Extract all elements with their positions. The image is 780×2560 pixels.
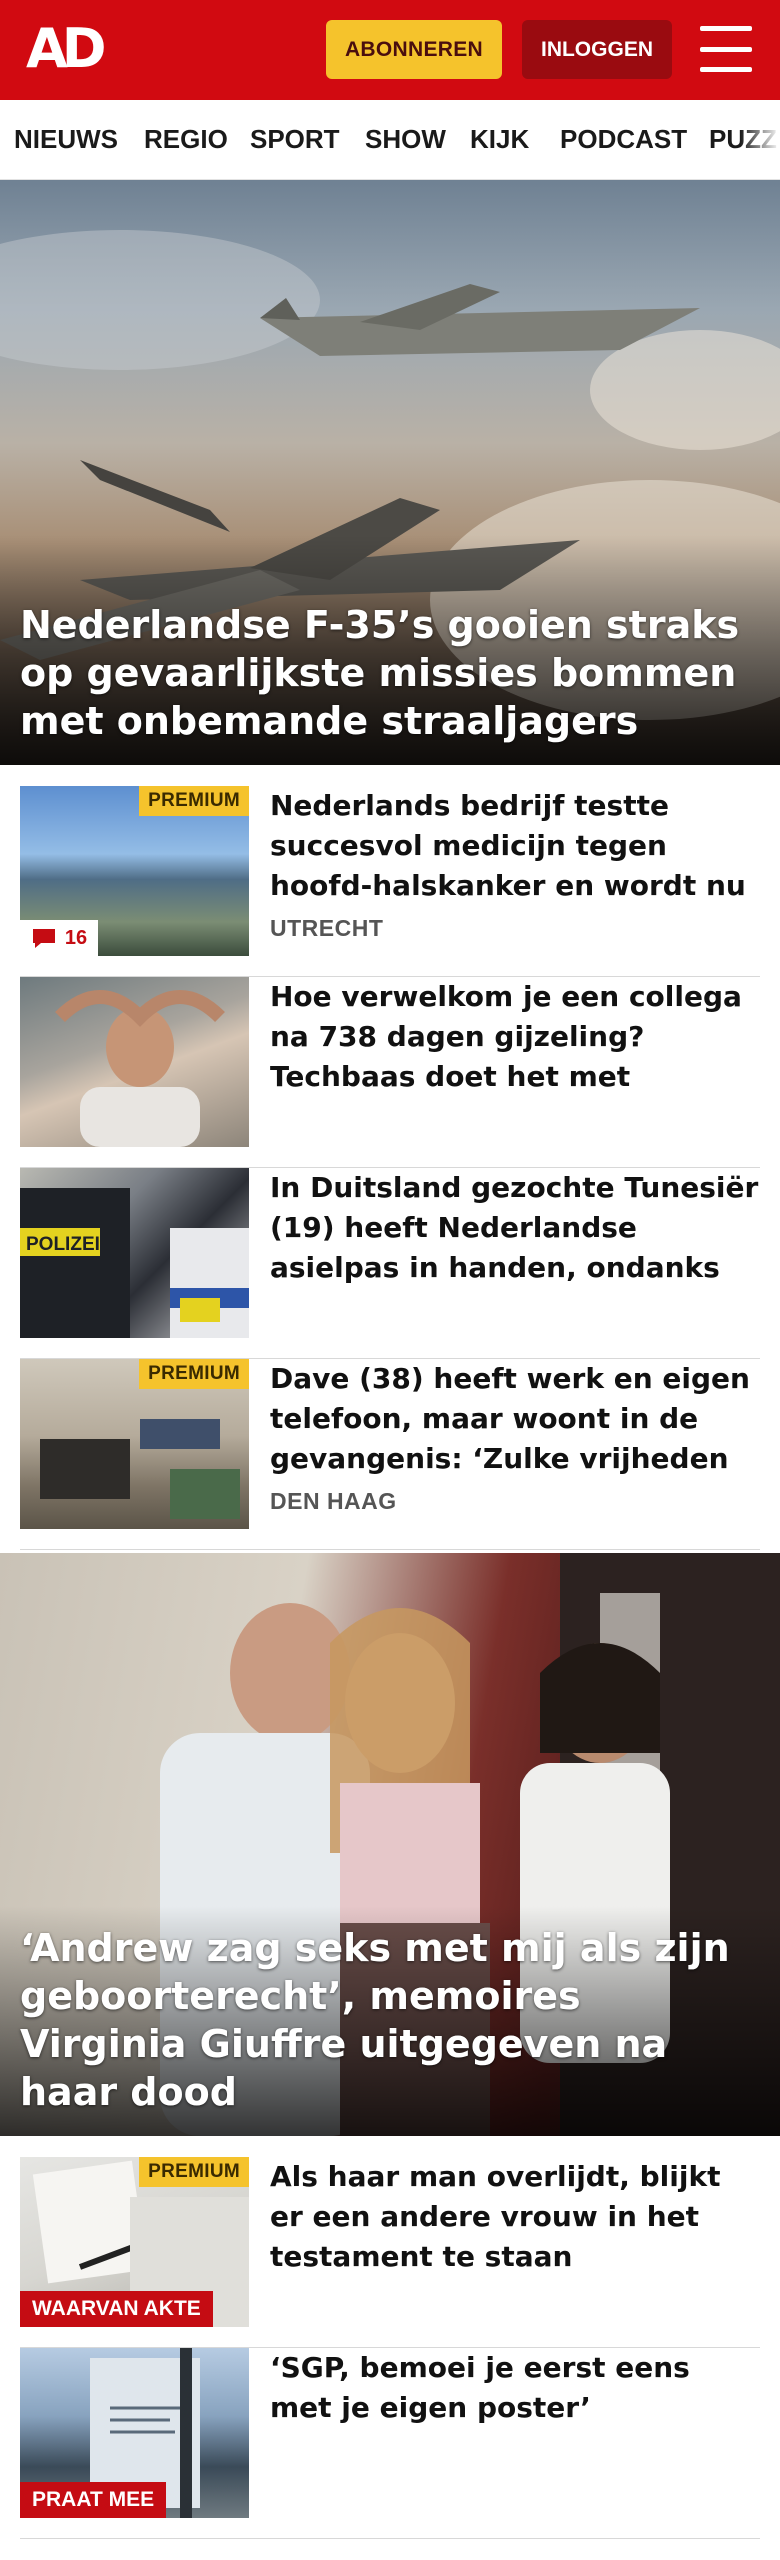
nav-item-show[interactable]: SHOW	[365, 100, 446, 178]
premium-badge: PREMIUM	[139, 2157, 249, 2187]
article-thumbnail	[20, 977, 249, 1147]
login-button[interactable]: INLOGGEN	[522, 20, 672, 79]
article-location: DEN HAAG	[270, 1488, 397, 1514]
article-thumbnail: POLIZEI	[20, 1168, 249, 1338]
nav-item-kijk[interactable]: KIJK	[470, 100, 529, 178]
article-headline[interactable]: ‘SGP, bemoei je eerst eens met je eigen …	[270, 2348, 760, 2428]
premium-badge: PREMIUM	[139, 1359, 249, 1389]
hero-article-drones[interactable]: Nederlandse F-35’s gooien straks op geva…	[0, 180, 780, 765]
nav-fade	[740, 100, 780, 178]
article-thumbnail: PREMIUM	[20, 1359, 249, 1529]
article-location: UTRECHT	[270, 915, 384, 941]
nav-item-sport[interactable]: SPORT	[250, 100, 340, 178]
section-nav: NIEUWS REGIO SPORT SHOW KIJK PODCAST PUZ…	[0, 100, 780, 180]
polizei-label: POLIZEI	[26, 1234, 100, 1255]
list-item[interactable]: PREMIUM Dave (38) heeft werk en eigen te…	[20, 1359, 760, 1550]
subscribe-button[interactable]: ABONNEREN	[326, 20, 502, 79]
premium-badge: PREMIUM	[139, 786, 249, 816]
article-thumbnail: PREMIUM 16	[20, 786, 249, 956]
article-headline[interactable]: Als haar man overlijdt, blijkt er een an…	[270, 2157, 760, 2277]
ad-logo[interactable]: AD	[26, 20, 107, 78]
police-photo: POLIZEI	[20, 1188, 249, 1338]
article-headline[interactable]: Hoe verwelkom je een collega na 738 dage…	[270, 977, 760, 1099]
person-photo	[55, 990, 225, 1147]
list-item[interactable]: PRAAT MEE ‘SGP, bemoei je eerst eens met…	[20, 2348, 760, 2539]
article-thumbnail: PREMIUM WAARVAN AKTE	[20, 2157, 249, 2327]
list-item[interactable]: Hoe verwelkom je een collega na 738 dage…	[20, 977, 760, 1168]
nav-item-podcast[interactable]: PODCAST	[560, 100, 687, 178]
list-item[interactable]: PREMIUM WAARVAN AKTE Als haar man overli…	[20, 2157, 760, 2348]
nav-item-regio[interactable]: REGIO	[144, 100, 228, 178]
comment-count[interactable]: 16	[20, 920, 98, 956]
menu-icon[interactable]	[700, 26, 752, 72]
comment-count-value: 16	[64, 926, 88, 949]
nav-item-nieuws[interactable]: NIEUWS	[14, 100, 118, 178]
list-item[interactable]: POLIZEI In Duitsland gezochte Tunesiër (…	[20, 1168, 760, 1359]
article-headline[interactable]: In Duitsland gezochte Tunesiër (19) heef…	[270, 1168, 760, 1290]
comment-icon	[32, 929, 55, 948]
hero-article-giuffre[interactable]: ‘Andrew zag seks met mij als zijn geboor…	[0, 1553, 780, 2136]
article-headline[interactable]: Nederlands bedrijf testte succesvol medi…	[270, 786, 760, 908]
hero-headline[interactable]: ‘Andrew zag seks met mij als zijn geboor…	[20, 1924, 740, 2116]
article-thumbnail: PRAAT MEE	[20, 2348, 249, 2518]
section-label[interactable]: WAARVAN AKTE	[20, 2291, 213, 2327]
hero-headline[interactable]: Nederlandse F-35’s gooien straks op geva…	[20, 601, 740, 745]
section-label[interactable]: PRAAT MEE	[20, 2482, 167, 2518]
top-bar: AD ABONNEREN INLOGGEN	[0, 0, 780, 100]
article-headline[interactable]: Dave (38) heeft werk en eigen telefoon, …	[270, 1359, 760, 1481]
list-item[interactable]: PREMIUM 16 Nederlands bedrijf testte suc…	[20, 786, 760, 977]
